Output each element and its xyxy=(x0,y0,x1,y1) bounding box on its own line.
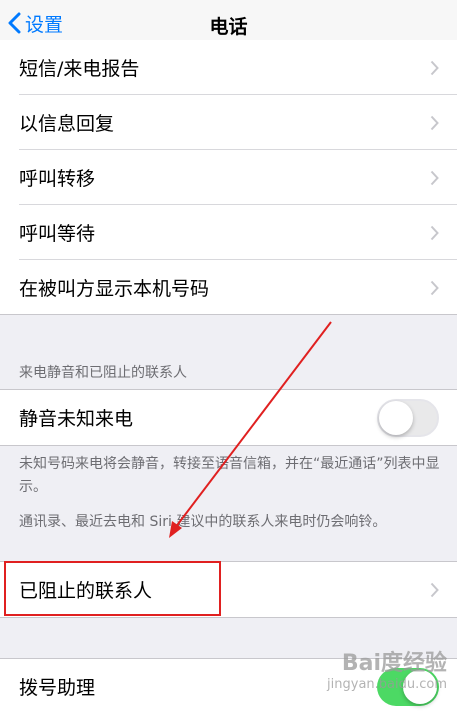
settings-item-label: 短信/来电报告 xyxy=(19,58,140,80)
silence-unknown-callers-toggle[interactable] xyxy=(377,398,439,437)
chevron-right-icon xyxy=(430,115,439,130)
settings-item-show-caller-id[interactable]: 在被叫方显示本机号码 xyxy=(0,260,457,315)
watermark-logo-text: Bai度经验 xyxy=(341,651,447,676)
chevron-right-icon xyxy=(430,582,439,597)
section-footer-text: 未知号码来电将会静音，转接至语音信箱，并在“最近通话”列表中显示。 xyxy=(19,456,440,495)
settings-item-silence-unknown-callers: 静音未知来电 xyxy=(0,390,457,445)
settings-item-respond-with-text[interactable]: 以信息回复 xyxy=(0,95,457,150)
settings-item-call-waiting[interactable]: 呼叫等待 xyxy=(0,205,457,260)
section-header: 来电静音和已阻止的联系人 xyxy=(19,365,187,381)
settings-item-label: 静音未知来电 xyxy=(19,408,134,430)
group-divider xyxy=(0,617,457,618)
settings-item-label: 呼叫转移 xyxy=(19,168,96,190)
group-divider xyxy=(0,314,457,315)
settings-item-call-forwarding[interactable]: 呼叫转移 xyxy=(0,150,457,205)
page-title: 电话 xyxy=(209,16,248,38)
settings-item-label: 拨号助理 xyxy=(19,677,96,699)
annotation-highlight-box xyxy=(4,561,221,616)
chevron-right-icon xyxy=(430,225,439,240)
settings-item-label: 以信息回复 xyxy=(19,113,115,135)
settings-item-label: 呼叫等待 xyxy=(19,223,96,245)
baidu-watermark: Bai度经验 jingyan.baidu.com xyxy=(327,645,447,692)
group-divider xyxy=(0,445,457,446)
chevron-right-icon xyxy=(430,60,439,75)
chevron-right-icon xyxy=(430,170,439,185)
settings-item-label: 在被叫方显示本机号码 xyxy=(19,278,210,300)
settings-item-sms-call-reporting[interactable]: 短信/来电报告 xyxy=(0,40,457,95)
toggle-knob xyxy=(379,400,413,435)
watermark-url: jingyan.baidu.com xyxy=(327,677,447,692)
chevron-right-icon xyxy=(430,280,439,295)
section-footer-text: 通讯录、最近去电和 Siri 建议中的联系人来电时仍会响铃。 xyxy=(19,514,387,530)
